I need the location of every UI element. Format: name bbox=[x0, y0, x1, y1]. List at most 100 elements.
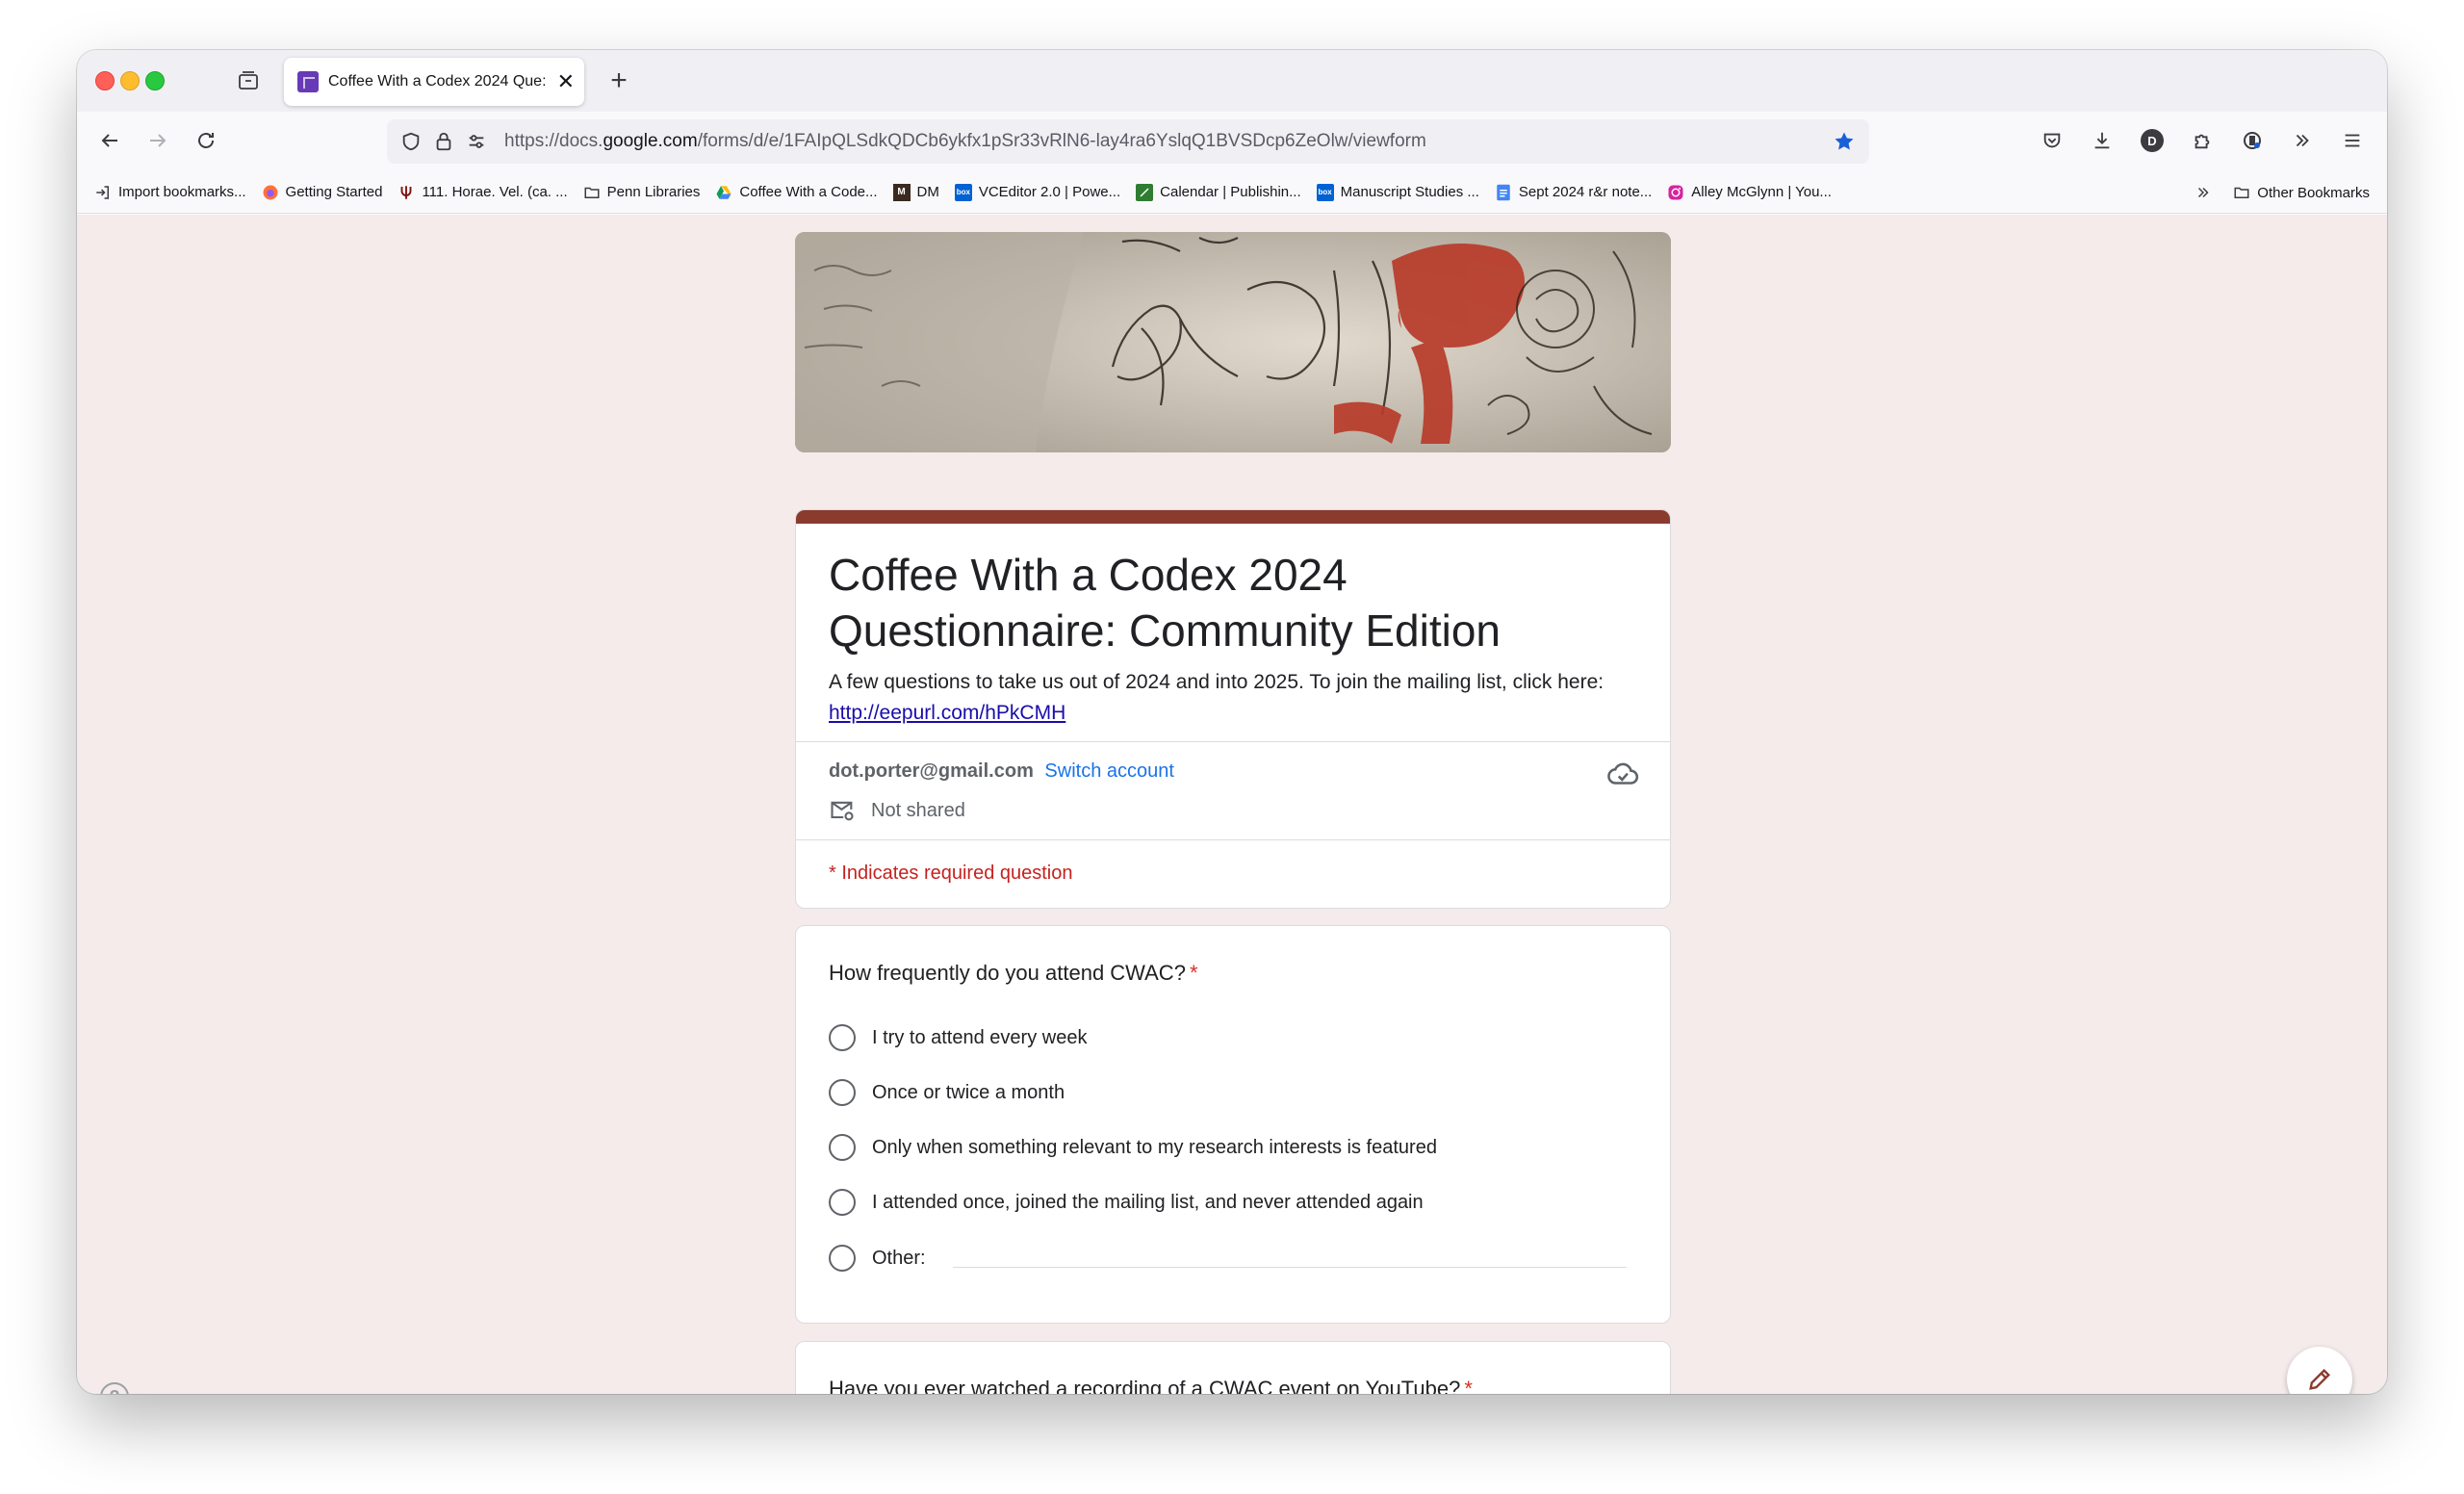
reload-button[interactable] bbox=[189, 123, 223, 158]
minimize-window-button[interactable] bbox=[120, 71, 140, 90]
bookmarks-right: Other Bookmarks bbox=[2194, 171, 2370, 214]
more-bookmarks-button[interactable] bbox=[2194, 184, 2212, 201]
not-shared-label: Not shared bbox=[871, 799, 965, 821]
permissions-button[interactable] bbox=[462, 127, 491, 156]
tab-list-button[interactable] bbox=[231, 64, 266, 98]
radio-button[interactable] bbox=[829, 1079, 856, 1106]
double-chevron-icon bbox=[2198, 187, 2209, 198]
not-shared-status: Not shared bbox=[829, 797, 965, 824]
mail-settings-icon bbox=[831, 801, 854, 821]
back-button[interactable] bbox=[92, 123, 127, 158]
option-label: I try to attend every week bbox=[872, 1026, 1088, 1048]
close-window-button[interactable] bbox=[95, 71, 115, 90]
instagram-icon bbox=[1667, 184, 1684, 201]
radio-option[interactable]: Once or twice a month bbox=[829, 1079, 1065, 1106]
bookmark-label: Manuscript Studies ... bbox=[1340, 184, 1479, 200]
password-manager-icon bbox=[2244, 132, 2261, 149]
maximize-window-button[interactable] bbox=[145, 71, 165, 90]
bookmark-horae[interactable]: 111. Horae. Vel. (ca. ... bbox=[398, 184, 568, 201]
bookmark-label: VCEditor 2.0 | Powe... bbox=[978, 184, 1121, 200]
shield-icon bbox=[402, 132, 420, 151]
other-text-input[interactable] bbox=[952, 1266, 1627, 1268]
password-manager-button[interactable] bbox=[2235, 123, 2270, 158]
cloud-check-icon bbox=[1607, 762, 1639, 785]
radio-option[interactable]: Only when something relevant to my resea… bbox=[829, 1134, 1437, 1161]
radio-button[interactable] bbox=[829, 1024, 856, 1051]
firefox-icon bbox=[262, 184, 279, 201]
account-email: dot.porter@gmail.com bbox=[829, 760, 1034, 782]
bookmark-label: Import bookmarks... bbox=[118, 184, 246, 200]
url-prefix: https://docs. bbox=[504, 131, 603, 151]
edit-form-button[interactable] bbox=[2287, 1347, 2352, 1394]
bookmark-label: Other Bookmarks bbox=[2257, 184, 2370, 201]
account-button[interactable]: D bbox=[2135, 123, 2169, 158]
radio-option[interactable]: I attended once, joined the mailing list… bbox=[829, 1189, 1424, 1216]
bookmark-other[interactable]: Other Bookmarks bbox=[2233, 184, 2370, 201]
question-text: How frequently do you attend CWAC? bbox=[829, 961, 1186, 985]
tab-close-button[interactable]: ✕ bbox=[557, 71, 575, 92]
bookmark-label: Getting Started bbox=[285, 184, 383, 200]
account-avatar: D bbox=[2141, 129, 2164, 152]
trident-icon bbox=[398, 184, 415, 201]
google-docs-icon bbox=[1495, 184, 1512, 201]
pocket-button[interactable] bbox=[2035, 123, 2069, 158]
puzzle-icon bbox=[2194, 134, 2210, 149]
bookmark-coffee-codex-drive[interactable]: Coffee With a Code... bbox=[715, 184, 878, 201]
switch-account-link[interactable]: Switch account bbox=[1044, 760, 1174, 782]
radio-button[interactable] bbox=[829, 1134, 856, 1161]
bookmark-instagram[interactable]: Alley McGlynn | You... bbox=[1667, 184, 1832, 201]
toolbar-right: D bbox=[2035, 123, 2370, 158]
divider bbox=[796, 741, 1670, 742]
site-security-button[interactable] bbox=[429, 127, 458, 156]
question-card-attendance: How frequently do you attend CWAC? * I tr… bbox=[795, 925, 1671, 1324]
forward-button[interactable] bbox=[141, 123, 175, 158]
bookmark-penn-libraries[interactable]: Penn Libraries bbox=[583, 184, 700, 201]
help-button[interactable]: ? bbox=[100, 1382, 129, 1394]
bookmark-dm[interactable]: M DM bbox=[892, 183, 939, 201]
mailing-list-link[interactable]: http://eepurl.com/hPkCMH bbox=[829, 698, 1647, 729]
bookmark-manuscript-studies[interactable]: box Manuscript Studies ... bbox=[1316, 183, 1479, 201]
account-info: dot.porter@gmail.com Switch account bbox=[829, 760, 1174, 783]
tracking-protection-button[interactable] bbox=[397, 127, 425, 156]
folder-icon bbox=[2233, 184, 2250, 201]
app-menu-button[interactable] bbox=[2335, 123, 2370, 158]
bookmark-calendar[interactable]: Calendar | Publishin... bbox=[1136, 183, 1301, 201]
option-label: Other: bbox=[872, 1247, 926, 1269]
form-title: Coffee With a Codex 2024 Questionnaire: … bbox=[829, 550, 1501, 656]
bookmark-label: Coffee With a Code... bbox=[739, 184, 878, 200]
import-icon bbox=[94, 184, 112, 201]
downloads-button[interactable] bbox=[2085, 123, 2119, 158]
bookmark-sept-notes[interactable]: Sept 2024 r&r note... bbox=[1495, 184, 1652, 201]
tab-strip: Coffee With a Codex 2024 Que: ✕ + bbox=[77, 50, 2387, 112]
reload-icon bbox=[198, 133, 214, 148]
draft-saved-button[interactable] bbox=[1606, 759, 1639, 796]
bookmark-getting-started[interactable]: Getting Started bbox=[262, 184, 383, 201]
double-chevron-icon bbox=[2296, 134, 2309, 147]
description-text: A few questions to take us out of 2024 a… bbox=[829, 671, 1604, 693]
new-tab-button[interactable]: + bbox=[602, 64, 636, 98]
radio-button[interactable] bbox=[829, 1189, 856, 1216]
divider bbox=[796, 839, 1670, 840]
radio-option[interactable]: I try to attend every week bbox=[829, 1024, 1087, 1051]
permissions-icon bbox=[469, 135, 484, 148]
bookmark-import[interactable]: Import bookmarks... bbox=[94, 184, 246, 201]
forward-arrow-icon bbox=[150, 134, 167, 147]
question-title: Have you ever watched a recording of a C… bbox=[829, 1377, 1473, 1394]
option-label: I attended once, joined the mailing list… bbox=[872, 1191, 1424, 1213]
radio-button[interactable] bbox=[829, 1245, 856, 1272]
form-description: A few questions to take us out of 2024 a… bbox=[829, 667, 1647, 729]
url-bar[interactable]: https://docs.google.com/forms/d/e/1FAIpQ… bbox=[387, 119, 1869, 164]
extensions-button[interactable] bbox=[2185, 123, 2220, 158]
dm-icon: M bbox=[892, 183, 911, 201]
more-tools-button[interactable] bbox=[2285, 123, 2320, 158]
radio-option-other[interactable]: Other: bbox=[829, 1245, 1627, 1272]
theme-accent-bar bbox=[796, 510, 1670, 524]
bookmark-label: Calendar | Publishin... bbox=[1160, 184, 1301, 200]
manuscript-illustration bbox=[795, 232, 1671, 452]
tab-active[interactable]: Coffee With a Codex 2024 Que: ✕ bbox=[284, 58, 584, 106]
box-icon: box bbox=[1316, 183, 1334, 201]
bookmark-label: Alley McGlynn | You... bbox=[1691, 184, 1832, 200]
bookmark-vceditor[interactable]: box VCEditor 2.0 | Powe... bbox=[954, 183, 1121, 201]
bookmark-star-button[interactable] bbox=[1825, 122, 1863, 161]
url-text[interactable]: https://docs.google.com/forms/d/e/1FAIpQ… bbox=[504, 131, 1825, 152]
